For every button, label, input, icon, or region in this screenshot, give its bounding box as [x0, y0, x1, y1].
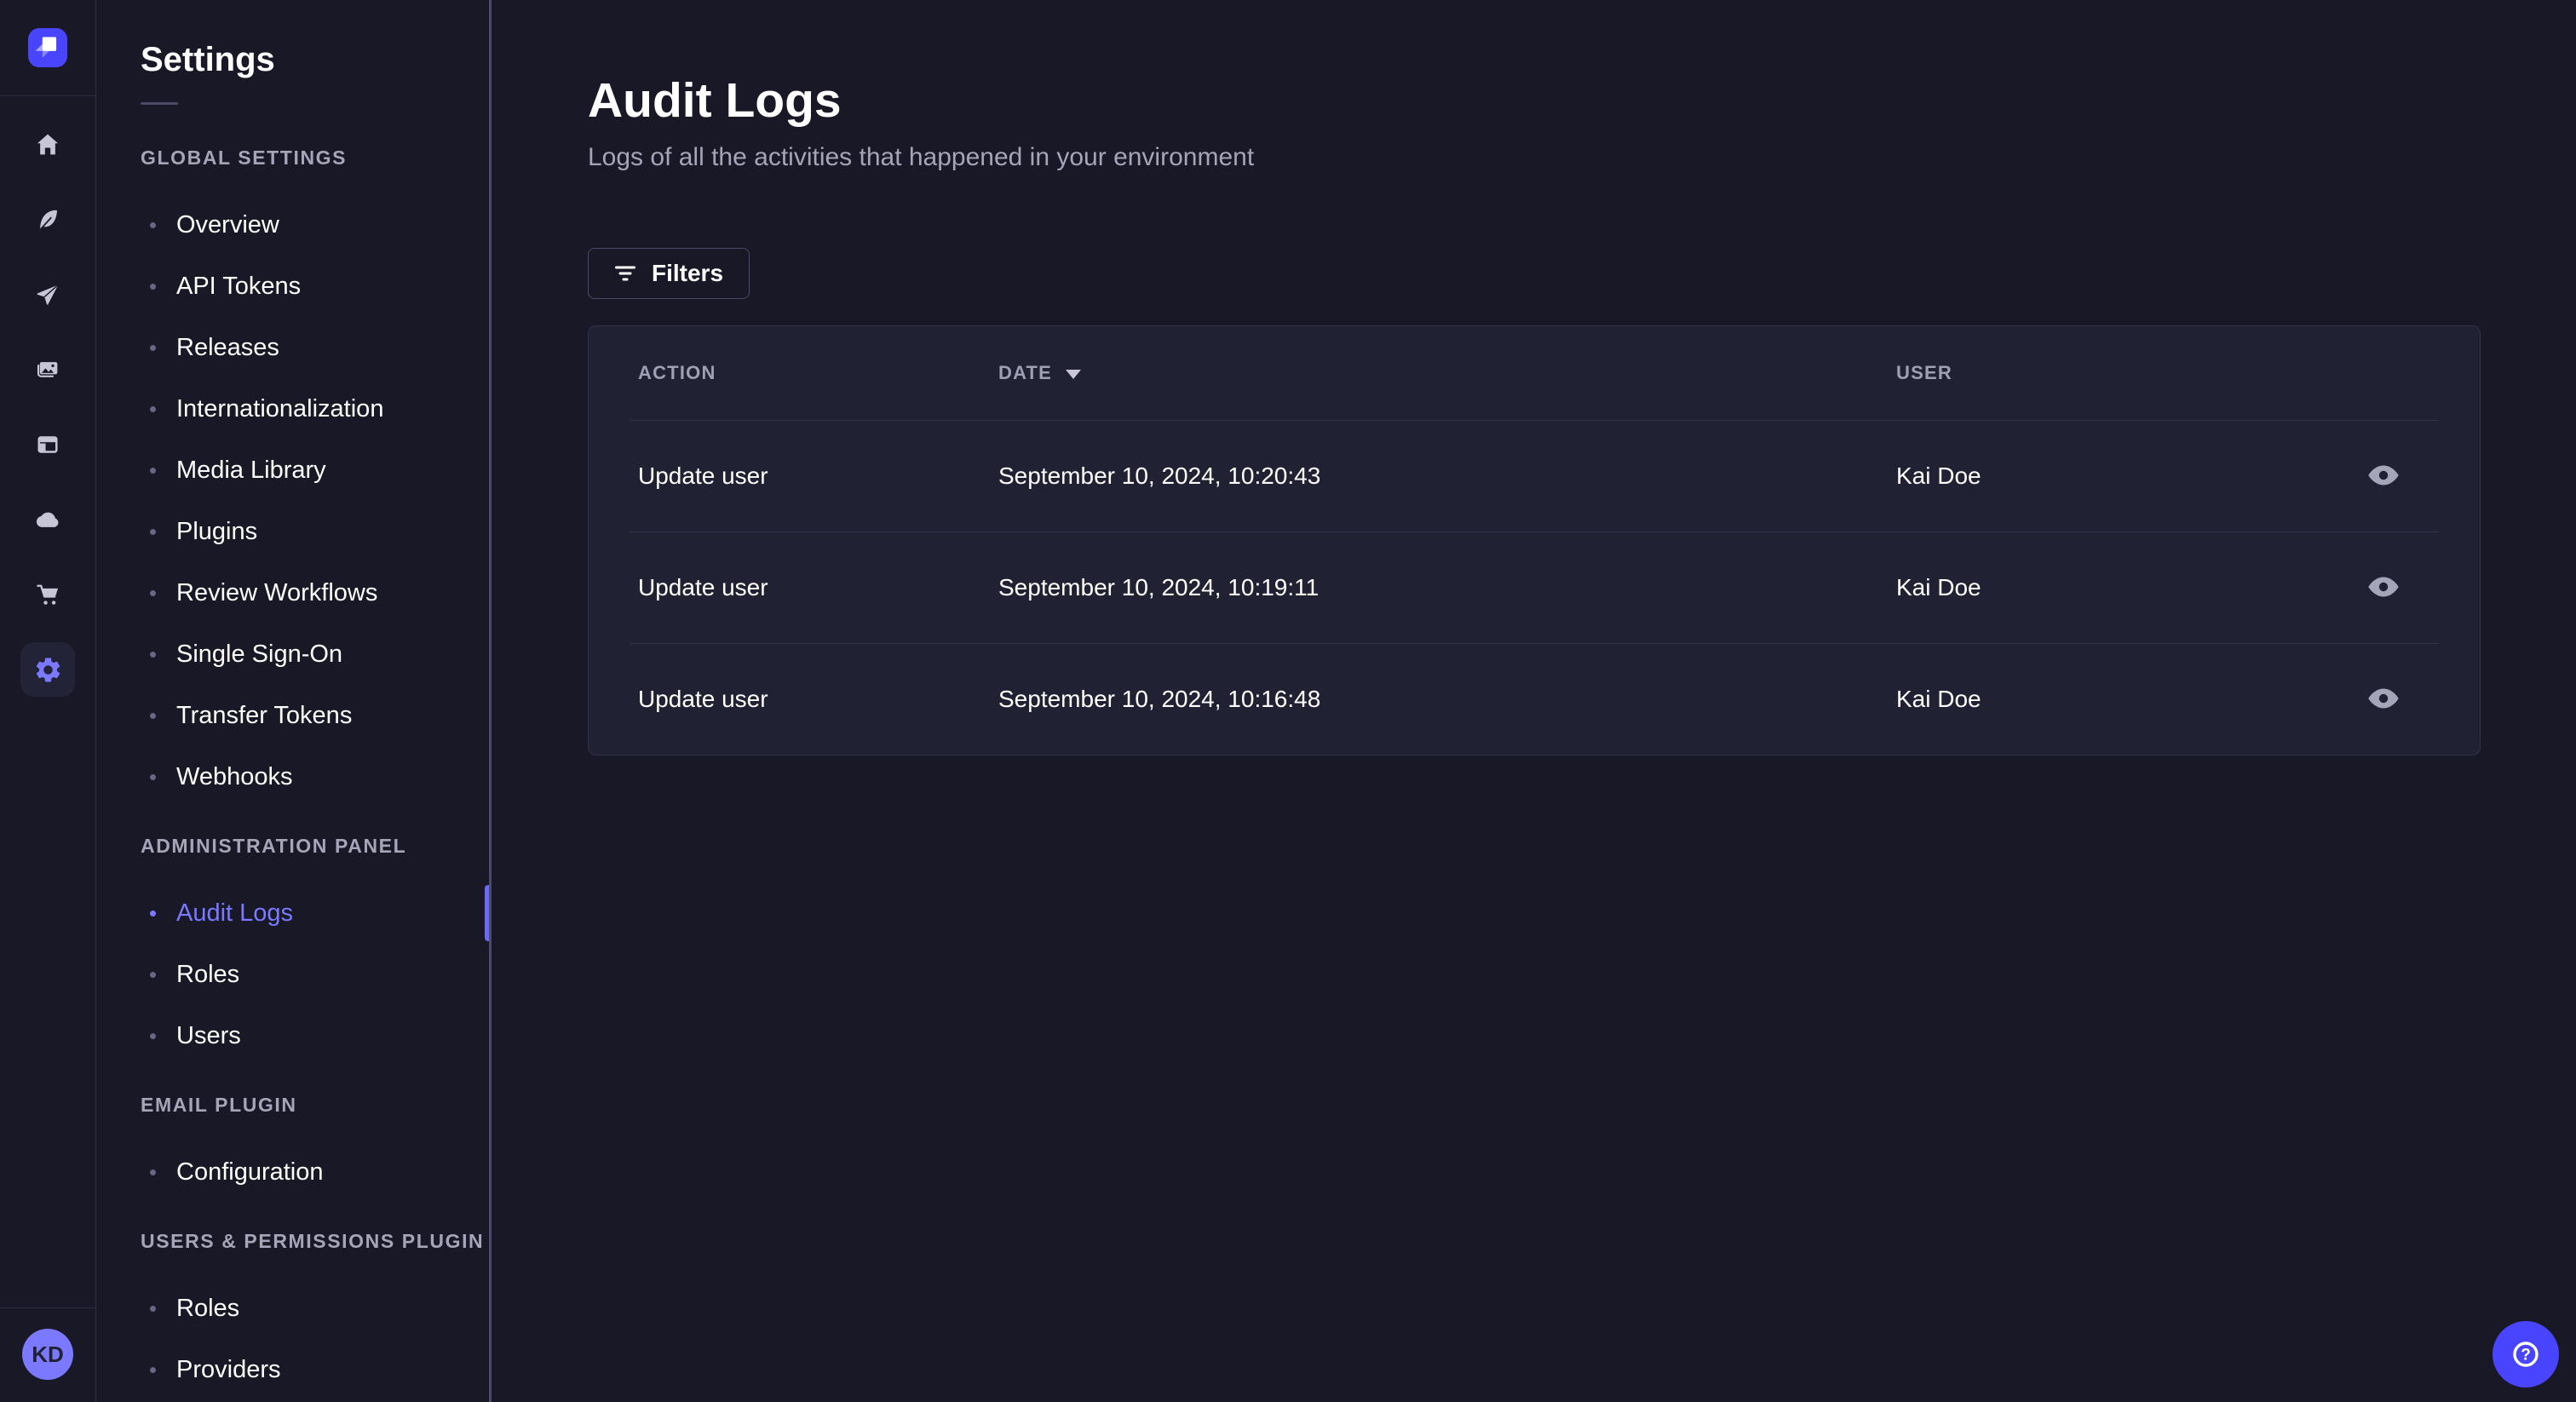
bullet-icon [150, 1366, 156, 1373]
sidebar-item-review-workflows[interactable]: Review Workflows [96, 562, 489, 623]
main-content: Audit Logs Logs of all the activities th… [492, 0, 2576, 1402]
help-button[interactable]: ? [2493, 1321, 2559, 1388]
paper-plane-icon[interactable] [27, 274, 68, 315]
sidebar-item-webhooks[interactable]: Webhooks [96, 746, 489, 807]
logo-cell [0, 0, 95, 96]
view-log-button[interactable] [2360, 457, 2406, 496]
bullet-icon [150, 467, 156, 474]
sidebar-item-plugins[interactable]: Plugins [96, 501, 489, 562]
feather-icon[interactable] [27, 199, 68, 240]
cell-date: September 10, 2024, 10:20:43 [998, 463, 1321, 489]
layout-icon[interactable] [27, 424, 68, 465]
cell-date: September 10, 2024, 10:16:48 [998, 686, 1321, 712]
cart-icon[interactable] [27, 574, 68, 615]
rail-nav [20, 96, 75, 697]
section-administration-panel: ADMINISTRATION PANEL Audit Logs Roles Us… [96, 833, 489, 1066]
question-mark-icon: ? [2513, 1342, 2539, 1367]
bullet-icon [150, 712, 156, 719]
bullet-icon [150, 1305, 156, 1312]
sidebar-item-audit-logs[interactable]: Audit Logs [96, 882, 489, 944]
cell-user: Kai Doe [1896, 463, 1981, 489]
page-subtitle: Logs of all the activities that happened… [588, 143, 1255, 171]
section-label: USERS & PERMISSIONS PLUGIN [141, 1229, 485, 1252]
page-title: Audit Logs [588, 73, 842, 128]
bullet-icon [150, 651, 156, 658]
sidebar-item-up-roles[interactable]: Roles [96, 1278, 489, 1339]
sidebar-title: Settings [141, 41, 275, 78]
cell-date: September 10, 2024, 10:19:11 [998, 574, 1320, 600]
title-divider [141, 102, 178, 105]
section-label: EMAIL PLUGIN [141, 1093, 297, 1116]
bullet-icon [150, 589, 156, 596]
eye-icon [2368, 688, 2399, 708]
sidebar-item-media-library[interactable]: Media Library [96, 440, 489, 501]
section-label: GLOBAL SETTINGS [141, 146, 348, 169]
filter-icon [615, 266, 635, 281]
sidebar-item-internationalization[interactable]: Internationalization [96, 378, 489, 440]
column-header-user: USER [1896, 362, 1952, 383]
filters-button[interactable]: Filters [588, 248, 750, 299]
bullet-icon [150, 910, 156, 916]
bullet-icon [150, 1169, 156, 1175]
sidebar-item-api-tokens[interactable]: API Tokens [96, 256, 489, 317]
eye-icon [2368, 577, 2399, 596]
bullet-icon [150, 405, 156, 412]
column-header-action: ACTION [638, 362, 716, 383]
cell-user: Kai Doe [1896, 686, 1981, 712]
bullet-icon [150, 528, 156, 535]
strapi-logo[interactable] [28, 28, 67, 67]
bullet-icon [150, 344, 156, 351]
sidebar-item-single-sign-on[interactable]: Single Sign-On [96, 623, 489, 685]
sidebar-item-email-configuration[interactable]: Configuration [96, 1141, 489, 1203]
cell-action: Update user [638, 686, 768, 712]
table-row: Update user September 10, 2024, 10:20:43… [589, 421, 2480, 531]
section-label: ADMINISTRATION PANEL [141, 834, 407, 857]
audit-logs-table: ACTION DATE USER Update user September 1… [588, 325, 2481, 756]
bullet-icon [150, 283, 156, 290]
sidebar-item-admin-users[interactable]: Users [96, 1005, 489, 1066]
cell-user: Kai Doe [1896, 574, 1981, 600]
table-row: Update user September 10, 2024, 10:19:11… [589, 532, 2480, 643]
view-log-button[interactable] [2360, 569, 2406, 607]
cell-action: Update user [638, 463, 768, 489]
strapi-logo-icon [35, 37, 57, 58]
bullet-icon [150, 971, 156, 978]
home-icon[interactable] [27, 124, 68, 165]
sort-desc-icon [1066, 370, 1082, 379]
bullet-icon [150, 1032, 156, 1039]
view-log-button[interactable] [2360, 681, 2406, 719]
user-avatar[interactable]: KD [22, 1329, 73, 1380]
table-row: Update user September 10, 2024, 10:16:48… [589, 644, 2480, 755]
table-header-row: ACTION DATE USER [589, 326, 2480, 420]
sidebar-item-admin-roles[interactable]: Roles [96, 944, 489, 1005]
cloud-icon[interactable] [27, 499, 68, 540]
sidebar-item-up-providers[interactable]: Providers [96, 1339, 489, 1400]
settings-sidebar: Settings GLOBAL SETTINGS Overview API To… [96, 0, 492, 1402]
eye-icon [2368, 465, 2399, 485]
gear-icon[interactable] [20, 642, 75, 697]
section-email-plugin: EMAIL PLUGIN Configuration [96, 1092, 489, 1203]
app-root: KD Settings GLOBAL SETTINGS Overview API… [0, 0, 2576, 1402]
sidebar-item-transfer-tokens[interactable]: Transfer Tokens [96, 685, 489, 746]
section-global-settings: GLOBAL SETTINGS Overview API Tokens Rele… [96, 145, 489, 807]
bullet-icon [150, 773, 156, 780]
images-icon[interactable] [27, 349, 68, 390]
main-nav-rail: KD [0, 0, 96, 1402]
cell-action: Update user [638, 574, 768, 600]
column-header-date[interactable]: DATE [998, 362, 1896, 384]
svg-text:?: ? [2521, 1347, 2531, 1365]
bullet-icon [150, 221, 156, 228]
section-users-permissions-plugin: USERS & PERMISSIONS PLUGIN Roles Provide… [96, 1228, 489, 1400]
sidebar-item-releases[interactable]: Releases [96, 317, 489, 378]
sidebar-item-overview[interactable]: Overview [96, 194, 489, 256]
rail-bottom: KD [0, 1307, 95, 1402]
